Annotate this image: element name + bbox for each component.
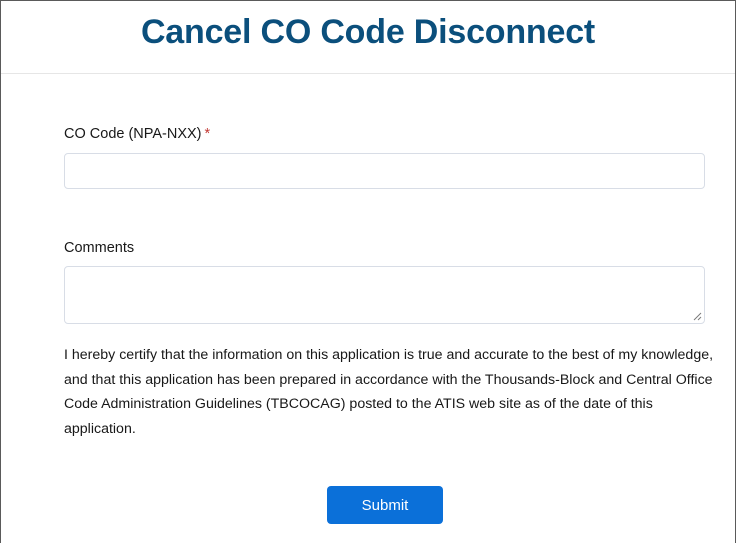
certification-statement: I hereby certify that the information on… xyxy=(64,347,714,437)
co-code-label-text: CO Code (NPA-NXX) xyxy=(64,126,202,142)
resize-handle-icon[interactable] xyxy=(692,311,702,321)
submit-button[interactable]: Submit xyxy=(327,486,443,524)
required-marker: * xyxy=(204,126,211,142)
co-code-input[interactable] xyxy=(64,153,705,189)
co-code-label: CO Code (NPA-NXX) * xyxy=(64,127,210,142)
page-header: Cancel CO Code Disconnect xyxy=(1,1,735,74)
comments-textarea[interactable] xyxy=(64,266,705,324)
page-title: Cancel CO Code Disconnect xyxy=(140,13,596,51)
form-card: Cancel CO Code Disconnect CO Code (NPA-N… xyxy=(0,0,736,543)
comments-label: Comments xyxy=(64,240,135,256)
